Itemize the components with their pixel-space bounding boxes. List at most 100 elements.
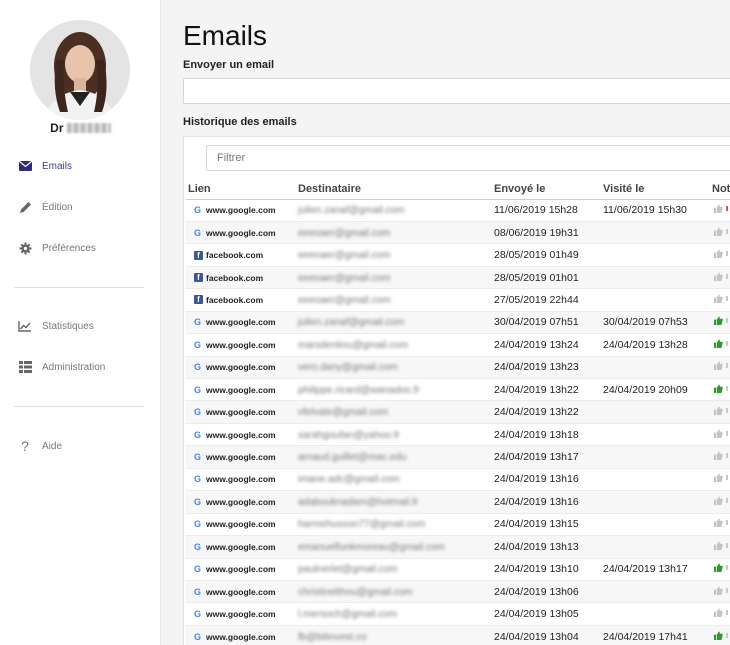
cell-link[interactable]: Gwww.google.com <box>186 580 298 604</box>
thumbs-up-icon[interactable] <box>714 563 723 573</box>
flag-icon[interactable] <box>726 453 728 459</box>
thumbs-up-icon[interactable] <box>714 518 723 528</box>
table-row[interactable]: Gwww.google.com vero.dany@gmail.com 24/04/… <box>186 356 730 380</box>
table-row[interactable]: Gwww.google.com christinelthou@gmail.com 2… <box>186 580 730 604</box>
flag-icon[interactable] <box>726 206 728 212</box>
link-text[interactable]: facebook.com <box>206 250 263 260</box>
table-row[interactable]: Gwww.google.com adabouknadam@hotmail.fr 24… <box>186 490 730 514</box>
thumbs-up-icon[interactable] <box>714 204 723 214</box>
link-text[interactable]: www.google.com <box>206 205 276 215</box>
cell-link[interactable]: Gwww.google.com <box>186 221 298 245</box>
table-row[interactable]: Gwww.google.com arnaud.guillet@mac.edu 24/… <box>186 445 730 469</box>
flag-icon[interactable] <box>726 430 728 436</box>
thumbs-up-icon[interactable] <box>714 384 723 393</box>
column-header-lien[interactable]: Lien <box>186 179 298 200</box>
link-text[interactable]: www.google.com <box>206 340 276 350</box>
table-row[interactable]: f facebook.com eeeoaer@gmail.com 28/05/2019… <box>186 243 730 267</box>
cell-link[interactable]: f facebook.com <box>186 288 298 312</box>
cell-link[interactable]: f facebook.com <box>186 243 298 267</box>
flag-icon[interactable] <box>726 251 728 257</box>
table-row[interactable]: Gwww.google.com eeeoaer@gmail.com 08/06/20… <box>186 221 730 245</box>
link-text[interactable]: www.google.com <box>206 430 276 440</box>
flag-icon[interactable] <box>726 520 728 526</box>
flag-icon[interactable] <box>726 475 728 481</box>
thumbs-up-icon[interactable] <box>714 586 723 595</box>
flag-icon[interactable] <box>726 565 728 571</box>
table-row[interactable]: Gwww.google.com julien.zanaf@gmail.com 30/… <box>186 311 730 335</box>
cell-link[interactable]: Gwww.google.com <box>186 558 298 581</box>
cell-link[interactable]: Gwww.google.com <box>186 378 298 402</box>
link-text[interactable]: www.google.com <box>206 228 276 238</box>
table-row[interactable]: Gwww.google.com emanuelfunkmoreau@gmail.c… <box>186 535 730 559</box>
link-text[interactable]: www.google.com <box>206 542 276 552</box>
table-row[interactable]: Gwww.google.com l.mersoch@gmail.com 24/04/… <box>186 602 730 626</box>
thumbs-up-icon[interactable] <box>714 406 723 416</box>
sidebar-item-emails[interactable]: Emails <box>0 154 161 178</box>
table-row[interactable]: Gwww.google.com philippe.ricard@wanadoo.f… <box>186 378 730 402</box>
column-header-note[interactable]: Not <box>712 179 730 200</box>
thumbs-up-icon[interactable] <box>714 271 723 281</box>
link-text[interactable]: www.google.com <box>206 407 276 417</box>
link-text[interactable]: www.google.com <box>206 317 276 327</box>
link-text[interactable]: www.google.com <box>206 497 276 507</box>
send-email-input[interactable] <box>183 78 730 104</box>
flag-icon[interactable] <box>726 228 728 234</box>
flag-icon[interactable] <box>726 340 728 346</box>
cell-link[interactable]: Gwww.google.com <box>186 423 298 447</box>
table-row[interactable]: Gwww.google.com julien.zanaf@gmail.com 11/… <box>186 199 730 222</box>
flag-icon[interactable] <box>726 318 728 324</box>
table-row[interactable]: Gwww.google.com paulnerlet@gmail.com 24/04… <box>186 558 730 581</box>
cell-link[interactable]: Gwww.google.com <box>186 490 298 514</box>
sidebar-item-preferences[interactable]: Préférences <box>0 236 161 260</box>
link-text[interactable]: facebook.com <box>206 295 263 305</box>
cell-link[interactable]: Gwww.google.com <box>186 400 298 424</box>
sidebar-item-edition[interactable]: Édition <box>0 195 161 219</box>
thumbs-up-icon[interactable] <box>714 541 723 550</box>
flag-icon[interactable] <box>726 408 728 414</box>
cell-link[interactable]: Gwww.google.com <box>186 445 298 469</box>
sidebar-item-administration[interactable]: Administration <box>0 355 161 379</box>
cell-link[interactable]: Gwww.google.com <box>186 513 298 537</box>
sidebar-item-statistiques[interactable]: Statistiques <box>0 314 161 338</box>
link-text[interactable]: facebook.com <box>206 273 263 283</box>
link-text[interactable]: www.google.com <box>206 519 276 529</box>
flag-icon[interactable] <box>726 632 728 638</box>
flag-icon[interactable] <box>726 295 728 301</box>
thumbs-up-icon[interactable] <box>714 339 723 348</box>
avatar[interactable] <box>30 20 130 120</box>
cell-link[interactable]: Gwww.google.com <box>186 199 298 222</box>
link-text[interactable]: www.google.com <box>206 452 276 462</box>
thumbs-up-icon[interactable] <box>714 630 723 640</box>
thumbs-up-icon[interactable] <box>714 496 723 505</box>
link-text[interactable]: www.google.com <box>206 609 276 619</box>
flag-icon[interactable] <box>726 363 728 369</box>
thumbs-up-icon[interactable] <box>714 361 723 371</box>
column-header-visite[interactable]: Visité le <box>603 179 712 200</box>
filter-input[interactable] <box>206 145 730 171</box>
flag-icon[interactable] <box>726 497 728 503</box>
column-header-destinataire[interactable]: Destinataire <box>298 179 494 200</box>
thumbs-up-icon[interactable] <box>714 316 723 326</box>
flag-icon[interactable] <box>726 587 728 593</box>
flag-icon[interactable] <box>726 273 728 279</box>
link-text[interactable]: www.google.com <box>206 632 276 642</box>
thumbs-up-icon[interactable] <box>714 294 723 303</box>
table-row[interactable]: f facebook.com eeeoaer@gmail.com 28/05/2019… <box>186 266 730 290</box>
cell-link[interactable]: Gwww.google.com <box>186 333 298 357</box>
cell-link[interactable]: Gwww.google.com <box>186 602 298 626</box>
cell-link[interactable]: Gwww.google.com <box>186 356 298 380</box>
link-text[interactable]: www.google.com <box>206 362 276 372</box>
flag-icon[interactable] <box>726 610 728 616</box>
thumbs-up-icon[interactable] <box>714 608 723 618</box>
table-row[interactable]: f facebook.com eeeoaer@gmail.com 27/05/2019… <box>186 288 730 312</box>
link-text[interactable]: www.google.com <box>206 587 276 597</box>
table-row[interactable]: Gwww.google.com marsdenliou@gmail.com 24/0… <box>186 333 730 357</box>
table-row[interactable]: Gwww.google.com harmehusson77@gmail.com 24… <box>186 513 730 537</box>
cell-link[interactable]: Gwww.google.com <box>186 468 298 492</box>
thumbs-up-icon[interactable] <box>714 249 723 259</box>
thumbs-up-icon[interactable] <box>714 473 723 483</box>
thumbs-up-icon[interactable] <box>714 429 723 438</box>
column-header-envoye[interactable]: Envoyé le <box>494 179 603 200</box>
table-row[interactable]: Gwww.google.com imane.adc@gmail.com 24/04/… <box>186 468 730 492</box>
cell-link[interactable]: Gwww.google.com <box>186 625 298 645</box>
